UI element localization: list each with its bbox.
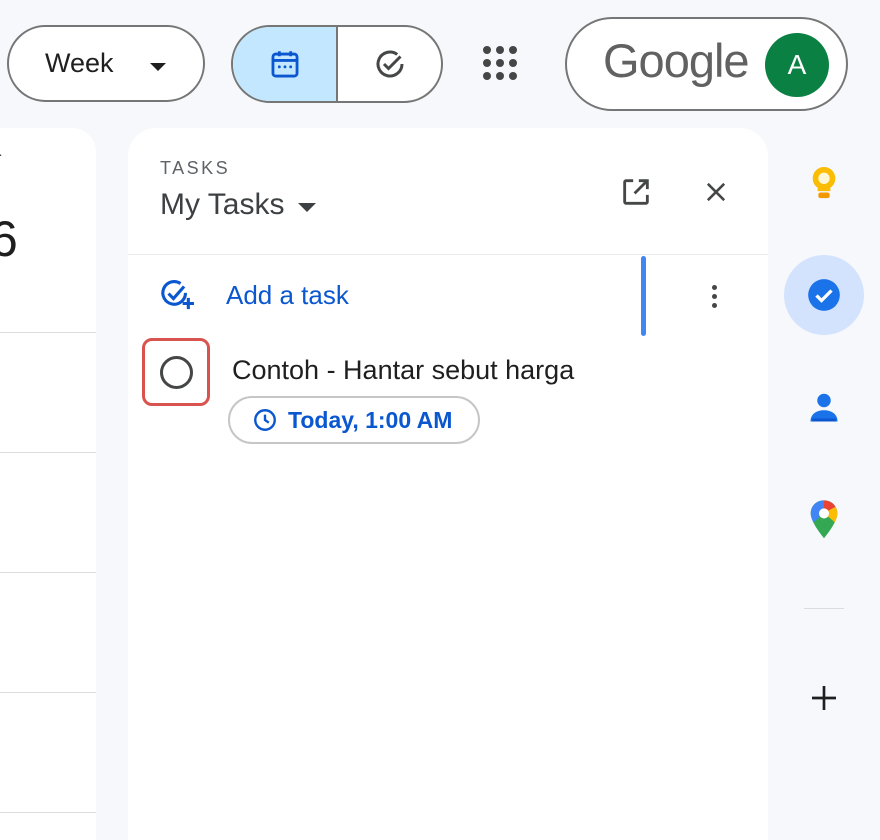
rail-divider [804,608,844,609]
add-task-button[interactable]: Add a task [158,278,349,312]
task-due-label: Today, 1:00 AM [288,406,453,433]
plus-icon [812,686,836,710]
task-item[interactable]: Contoh - Hantar sebut harga Today, 1:00 … [142,338,752,448]
close-icon [706,182,726,202]
get-add-ons-button[interactable] [784,658,864,738]
hour-gridline [0,692,96,693]
panel-header-divider [128,254,768,255]
side-panel-rail [770,128,880,840]
task-complete-checkbox[interactable] [142,338,210,406]
google-account-button[interactable]: Google A [565,17,848,111]
contacts-icon [810,393,838,422]
view-select-dropdown[interactable]: Week [7,25,205,102]
hour-gridline [0,812,96,813]
maps-pin-icon [810,500,838,539]
day-abbreviation: T [0,152,3,174]
tasks-view-button[interactable] [338,27,441,101]
maps-button[interactable] [784,480,864,560]
tasks-rail-button[interactable] [784,255,864,335]
calendar-grid-fragment: T 6 [0,128,96,840]
chevron-down-icon [150,63,166,71]
more-options-button[interactable] [694,276,734,316]
tasks-icon [808,279,840,311]
calendar-view-button[interactable] [233,27,338,101]
circle-checkbox-icon [159,355,193,389]
add-task-label: Add a task [226,279,349,310]
panel-eyebrow: TASKS [160,158,231,178]
add-task-icon [161,280,194,310]
hour-gridline [0,452,96,453]
avatar-initial: A [787,49,807,80]
task-title[interactable]: Contoh - Hantar sebut harga [232,355,574,386]
open-in-new-window-button[interactable] [612,168,660,216]
keep-bulb-icon [812,167,836,199]
google-apps-button[interactable] [476,42,524,84]
task-check-icon [376,50,403,78]
hour-gridline [0,572,96,573]
clock-icon [254,409,276,431]
calendar-icon [271,51,298,78]
chevron-down-icon [298,202,317,212]
tasks-side-panel: TASKS My Tasks Add a task Contoh - Hanta… [128,128,768,840]
close-panel-button[interactable] [692,168,740,216]
view-select-label: Week [45,48,114,78]
avatar: A [765,33,829,97]
panel-scrollbar[interactable] [641,256,646,336]
open-in-new-icon [623,179,649,205]
calendar-app-window: Week Google A 6 TASKS My Tasks Add a tas… [0,0,880,840]
task-list-name: My Tasks [160,188,285,221]
hour-gridline [0,332,96,333]
task-list-dropdown[interactable]: My Tasks [160,188,317,222]
apps-grid-icon [483,46,517,80]
keep-button[interactable] [784,144,864,224]
day-number[interactable]: 6 [0,210,18,268]
calendar-tasks-toggle [231,25,443,103]
google-logo: Google [603,34,750,87]
contacts-button[interactable] [784,368,864,448]
more-vert-icon [711,284,717,290]
task-due-chip[interactable]: Today, 1:00 AM [228,396,480,444]
